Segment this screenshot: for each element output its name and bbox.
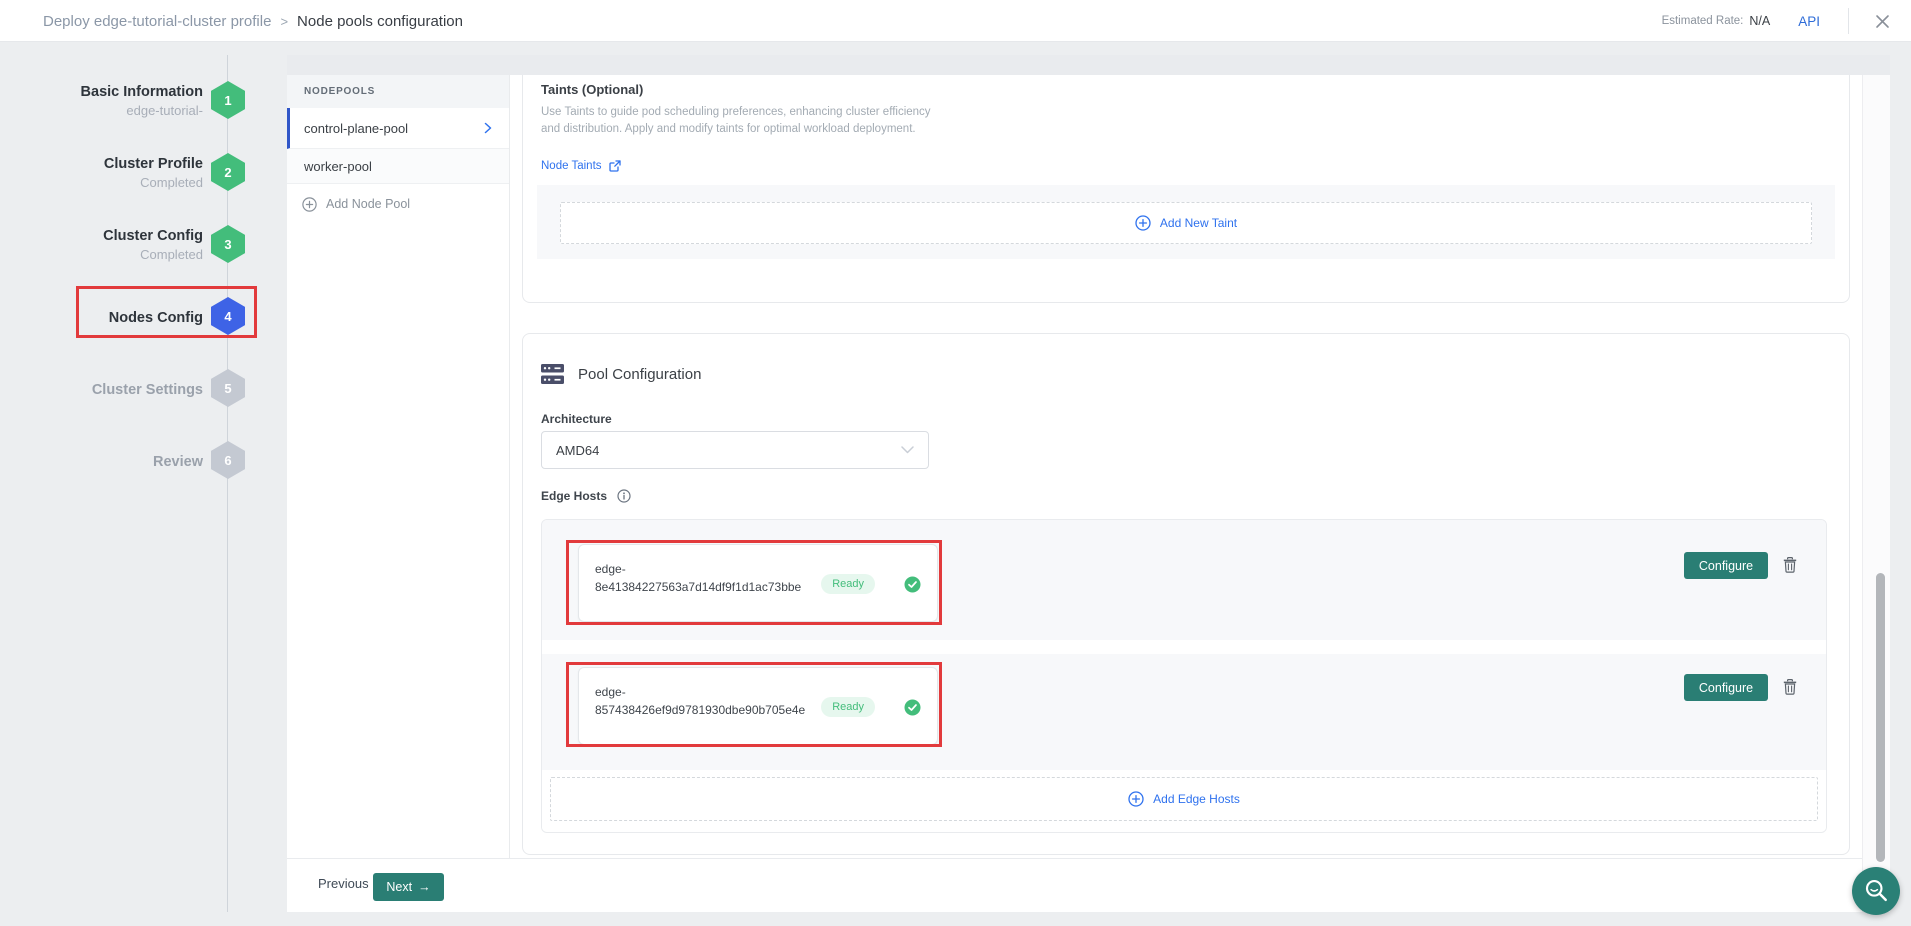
architecture-label: Architecture [541, 412, 612, 426]
chevron-right-icon [483, 122, 493, 134]
edge-host-row: edge- 8e41384227563a7d14df9f1d1ac73bbe R… [542, 520, 1826, 640]
add-edge-hosts-button[interactable]: Add Edge Hosts [550, 777, 1818, 821]
breadcrumb-separator: > [280, 14, 288, 29]
arrow-right-icon: → [418, 880, 431, 894]
scrollbar-thumb[interactable] [1876, 573, 1885, 862]
edge-hosts-list: edge- 8e41384227563a7d14df9f1d1ac73bbe R… [541, 519, 1827, 833]
architecture-value: AMD64 [556, 443, 599, 458]
api-link[interactable]: API [1798, 14, 1820, 29]
step-5-badge: 5 [211, 369, 245, 407]
architecture-select[interactable]: AMD64 [541, 431, 929, 469]
chevron-down-icon [901, 446, 914, 454]
wizard-stepper: Basic Information edge-tutorial- 1 Clust… [0, 55, 287, 912]
trash-icon[interactable] [1780, 677, 1800, 697]
add-node-pool-button[interactable]: Add Node Pool [287, 184, 509, 224]
step-cluster-config[interactable]: Cluster Config Completed [13, 226, 203, 264]
trash-icon[interactable] [1780, 555, 1800, 575]
step-2-badge: 2 [211, 153, 245, 191]
step-label: Basic Information [13, 82, 203, 102]
next-button[interactable]: Next → [373, 873, 444, 901]
step-sublabel: edge-tutorial- [13, 102, 203, 120]
annotation-box-edge-host-1 [566, 540, 942, 625]
nodepools-panel: NODEPOOLS control-plane-pool worker-pool… [287, 75, 510, 858]
row-divider [542, 640, 1826, 654]
edge-hosts-add-area: Add Edge Hosts [542, 770, 1826, 833]
plus-circle-icon [302, 197, 317, 212]
annotation-box-edge-host-2 [566, 662, 942, 747]
wizard-footer: Previous Next → [287, 858, 1862, 912]
breadcrumb-profile: Deploy edge-tutorial-cluster profile [43, 13, 271, 30]
nodepools-panel-title: NODEPOOLS [287, 75, 509, 108]
breadcrumb: Deploy edge-tutorial-cluster profile > N… [43, 0, 463, 42]
node-taints-link[interactable]: Node Taints [541, 160, 621, 172]
estimated-rate-value: N/A [1749, 14, 1770, 28]
magnifier-smile-icon [1861, 876, 1891, 906]
add-edge-hosts-label: Add Edge Hosts [1153, 792, 1240, 806]
nodepool-item-control-plane-pool[interactable]: control-plane-pool [287, 108, 509, 149]
taints-section: Taints (Optional) Use Taints to guide po… [522, 75, 1850, 303]
plus-circle-icon [1128, 791, 1144, 807]
estimated-rate-label: Estimated Rate: [1662, 15, 1744, 27]
info-icon[interactable] [617, 489, 631, 503]
pool-configuration-section: Pool Configuration Architecture AMD64 Ed… [522, 333, 1850, 855]
header-divider [1848, 8, 1849, 34]
external-link-icon [609, 160, 621, 172]
plus-circle-icon [1135, 215, 1151, 231]
scrollbar-track[interactable] [1862, 75, 1890, 912]
step-6-badge: 6 [211, 441, 245, 479]
step-cluster-profile[interactable]: Cluster Profile Completed [13, 154, 203, 192]
configure-button[interactable]: Configure [1684, 552, 1768, 579]
scrolled-content-band [287, 55, 1890, 75]
previous-button[interactable]: Previous [318, 876, 369, 891]
close-icon[interactable] [1867, 6, 1897, 36]
help-search-fab[interactable] [1852, 867, 1900, 915]
deploy-cluster-wizard: Deploy edge-tutorial-cluster profile > N… [0, 0, 1911, 926]
nodepool-label: control-plane-pool [304, 121, 408, 136]
step-label: Cluster Profile [13, 154, 203, 174]
edge-hosts-label: Edge Hosts [541, 489, 607, 503]
step-sublabel: Completed [13, 174, 203, 192]
pool-configuration-title: Pool Configuration [578, 366, 701, 383]
taints-description: Use Taints to guide pod scheduling prefe… [541, 104, 933, 137]
add-new-taint-label: Add New Taint [1160, 216, 1237, 230]
step-label: Cluster Settings [13, 380, 203, 400]
step-review[interactable]: Review [13, 452, 203, 472]
edge-host-row: edge- 857438426ef9d9781930dbe90b705e4e R… [542, 654, 1826, 770]
step-sublabel: Completed [13, 246, 203, 264]
add-node-pool-label: Add Node Pool [326, 197, 410, 211]
nodepool-label: worker-pool [304, 159, 372, 174]
step-3-badge: 3 [211, 225, 245, 263]
edge-hosts-label-row: Edge Hosts [541, 489, 631, 503]
step-cluster-settings[interactable]: Cluster Settings [13, 380, 203, 400]
server-icon [541, 364, 564, 384]
step-label: Review [13, 452, 203, 472]
step-basic-information[interactable]: Basic Information edge-tutorial- [13, 82, 203, 120]
taints-title: Taints (Optional) [541, 82, 643, 97]
annotation-box-nodes-config [76, 286, 257, 338]
pool-detail-area: Taints (Optional) Use Taints to guide po… [510, 75, 1862, 858]
wizard-header: Deploy edge-tutorial-cluster profile > N… [0, 0, 1911, 42]
step-1-badge: 1 [211, 81, 245, 119]
taints-list-area: Add New Taint [537, 185, 1835, 259]
add-new-taint-button[interactable]: Add New Taint [560, 202, 1812, 244]
step-label: Cluster Config [13, 226, 203, 246]
nodepool-item-worker-pool[interactable]: worker-pool [287, 149, 509, 184]
configure-button[interactable]: Configure [1684, 674, 1768, 701]
page-title: Node pools configuration [297, 13, 463, 30]
wizard-body: NODEPOOLS control-plane-pool worker-pool… [287, 55, 1890, 912]
